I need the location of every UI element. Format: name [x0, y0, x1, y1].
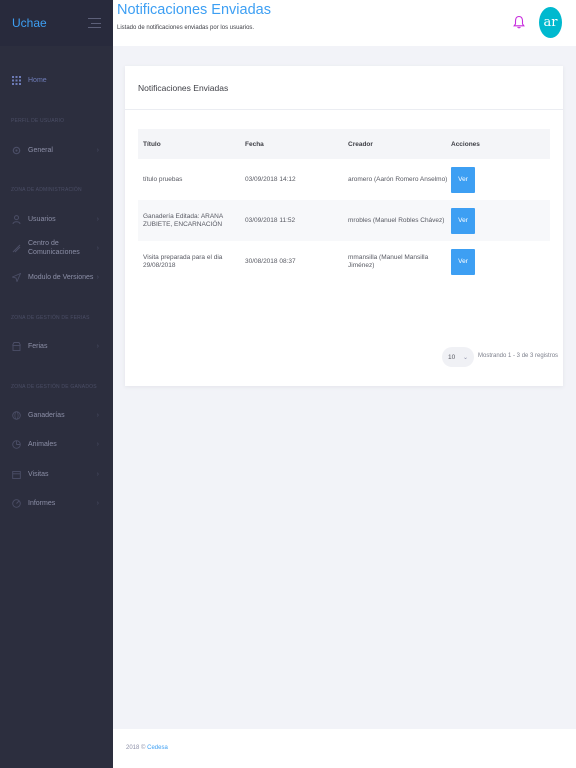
- brand-bar: Uchae: [0, 0, 113, 46]
- cell-creador: mmansilla (Manuel Mansilla Jiménez): [348, 253, 429, 269]
- sidebar-item-label: Modulo de Versiones: [28, 273, 94, 281]
- antenna-icon: [11, 243, 21, 253]
- cell-titulo: Ganadería Editada: ARANA ZUBIETE, ENCARN…: [143, 212, 223, 228]
- footer-link[interactable]: Cedesa: [147, 745, 168, 751]
- sidebar-item-centro-comunicaciones[interactable]: Centro de Comunicaciones ›: [0, 239, 113, 257]
- table-row: título pruebas 03/09/2018 14:12 aromero …: [138, 159, 550, 200]
- pie-icon: [11, 439, 21, 449]
- page-subtitle: Listado de notificaciones enviadas por l…: [117, 25, 255, 31]
- chevron-right-icon: ›: [96, 499, 99, 507]
- sidebar-item-label: General: [28, 146, 53, 154]
- report-icon: [11, 498, 21, 508]
- sidebar-item-general[interactable]: General ›: [0, 145, 113, 155]
- chevron-right-icon: ›: [96, 342, 99, 350]
- sidebar-item-label: Usuarios: [28, 215, 56, 223]
- sidebar-section-ferias: ZONA DE GESTIÓN DE FERIAS: [11, 315, 90, 321]
- menu-toggle-icon[interactable]: [88, 18, 101, 28]
- card-divider: [125, 109, 563, 110]
- sidebar-item-usuarios[interactable]: Usuarios ›: [0, 214, 113, 224]
- column-header-titulo[interactable]: Título: [143, 141, 235, 148]
- grid-icon: [11, 75, 21, 85]
- top-header: Notificaciones Enviadas Listado de notif…: [113, 0, 576, 46]
- card-title: Notificaciones Enviadas: [138, 83, 229, 93]
- shop-icon: [11, 341, 21, 351]
- footer-copyright: 2018 ©: [126, 745, 146, 751]
- column-header-acciones: Acciones: [451, 140, 480, 148]
- cell-fecha: 03/09/2018 14:12: [245, 175, 296, 183]
- sidebar-item-label: Informes: [28, 499, 56, 507]
- bell-icon[interactable]: [513, 15, 525, 29]
- user-icon: [11, 214, 21, 224]
- chevron-right-icon: ›: [96, 470, 99, 478]
- sidebar-item-informes[interactable]: Informes ›: [0, 498, 113, 508]
- brand-name[interactable]: Uchae: [12, 16, 47, 30]
- cell-creador: aromero (Aarón Romero Anselmo): [348, 175, 448, 183]
- column-header-fecha[interactable]: Fecha: [245, 141, 341, 148]
- sidebar-section-administracion: ZONA DE ADMINISTRACIÓN: [11, 187, 82, 193]
- sidebar-item-label: Ferias: [28, 342, 48, 350]
- chevron-right-icon: ›: [96, 440, 99, 448]
- sidebar-section-ganados: ZONA DE GESTIÓN DE GANADOS: [11, 384, 97, 390]
- sidebar-item-animales[interactable]: Animales ›: [0, 439, 113, 449]
- globe-icon: [11, 410, 21, 420]
- footer-text: 2018 © Cedesa: [126, 745, 168, 751]
- sidebar-item-label: Home: [28, 76, 47, 84]
- sidebar-item-ganaderias[interactable]: Ganaderías ›: [0, 410, 113, 420]
- column-header-creador[interactable]: Creador: [348, 141, 448, 148]
- chevron-down-icon: ⌄: [462, 354, 468, 361]
- calendar-icon: [11, 469, 21, 479]
- chevron-right-icon: ›: [96, 215, 99, 223]
- table-row: Visita preparada para el dia 29/08/2018 …: [138, 241, 550, 282]
- avatar-initials: ar: [539, 7, 562, 38]
- records-info: Mostrando 1 - 3 de 3 registros: [478, 353, 559, 359]
- table-row: Ganadería Editada: ARANA ZUBIETE, ENCARN…: [138, 200, 550, 241]
- sidebar: Uchae Home PERFIL DE USUARIO General › Z…: [0, 0, 113, 768]
- sidebar-item-label: Centro de Comunicaciones: [28, 240, 80, 256]
- sidebar-item-modulo-versiones[interactable]: Modulo de Versiones ›: [0, 272, 113, 282]
- footer: 2018 © Cedesa: [113, 729, 576, 768]
- notifications-table: Título Fecha Creador Acciones título pru…: [138, 129, 550, 282]
- avatar[interactable]: ar: [539, 7, 562, 38]
- page-size-select[interactable]: 10 ⌄: [442, 347, 474, 367]
- sidebar-item-ferias[interactable]: Ferias ›: [0, 341, 113, 351]
- cell-fecha: 03/09/2018 11:52: [245, 216, 296, 224]
- view-button[interactable]: Ver: [451, 248, 475, 275]
- page-size-value: 10: [448, 353, 456, 361]
- sidebar-item-label: Ganaderías: [28, 411, 65, 419]
- chevron-right-icon: ›: [96, 244, 99, 252]
- table-header: Título Fecha Creador Acciones: [138, 129, 550, 159]
- notifications-card: Notificaciones Enviadas Título Fecha Cre…: [125, 66, 563, 386]
- cell-titulo: Visita preparada para el dia 29/08/2018: [143, 253, 223, 269]
- page-title: Notificaciones Enviadas: [117, 2, 271, 18]
- view-button[interactable]: Ver: [451, 166, 475, 193]
- send-icon: [11, 272, 21, 282]
- sidebar-item-label: Animales: [28, 440, 57, 448]
- settings-icon: [11, 145, 21, 155]
- cell-creador: mrobles (Manuel Robles Chávez): [348, 216, 445, 224]
- chevron-right-icon: ›: [96, 146, 99, 154]
- cell-fecha: 30/08/2018 08:37: [245, 257, 296, 265]
- chevron-right-icon: ›: [96, 411, 99, 419]
- sidebar-item-label: Visitas: [28, 470, 49, 478]
- sidebar-section-perfil: PERFIL DE USUARIO: [11, 118, 65, 124]
- chevron-right-icon: ›: [96, 273, 99, 281]
- sidebar-item-home[interactable]: Home: [0, 75, 113, 85]
- view-button[interactable]: Ver: [451, 207, 475, 234]
- sidebar-item-visitas[interactable]: Visitas ›: [0, 469, 113, 479]
- cell-titulo: título pruebas: [143, 175, 183, 183]
